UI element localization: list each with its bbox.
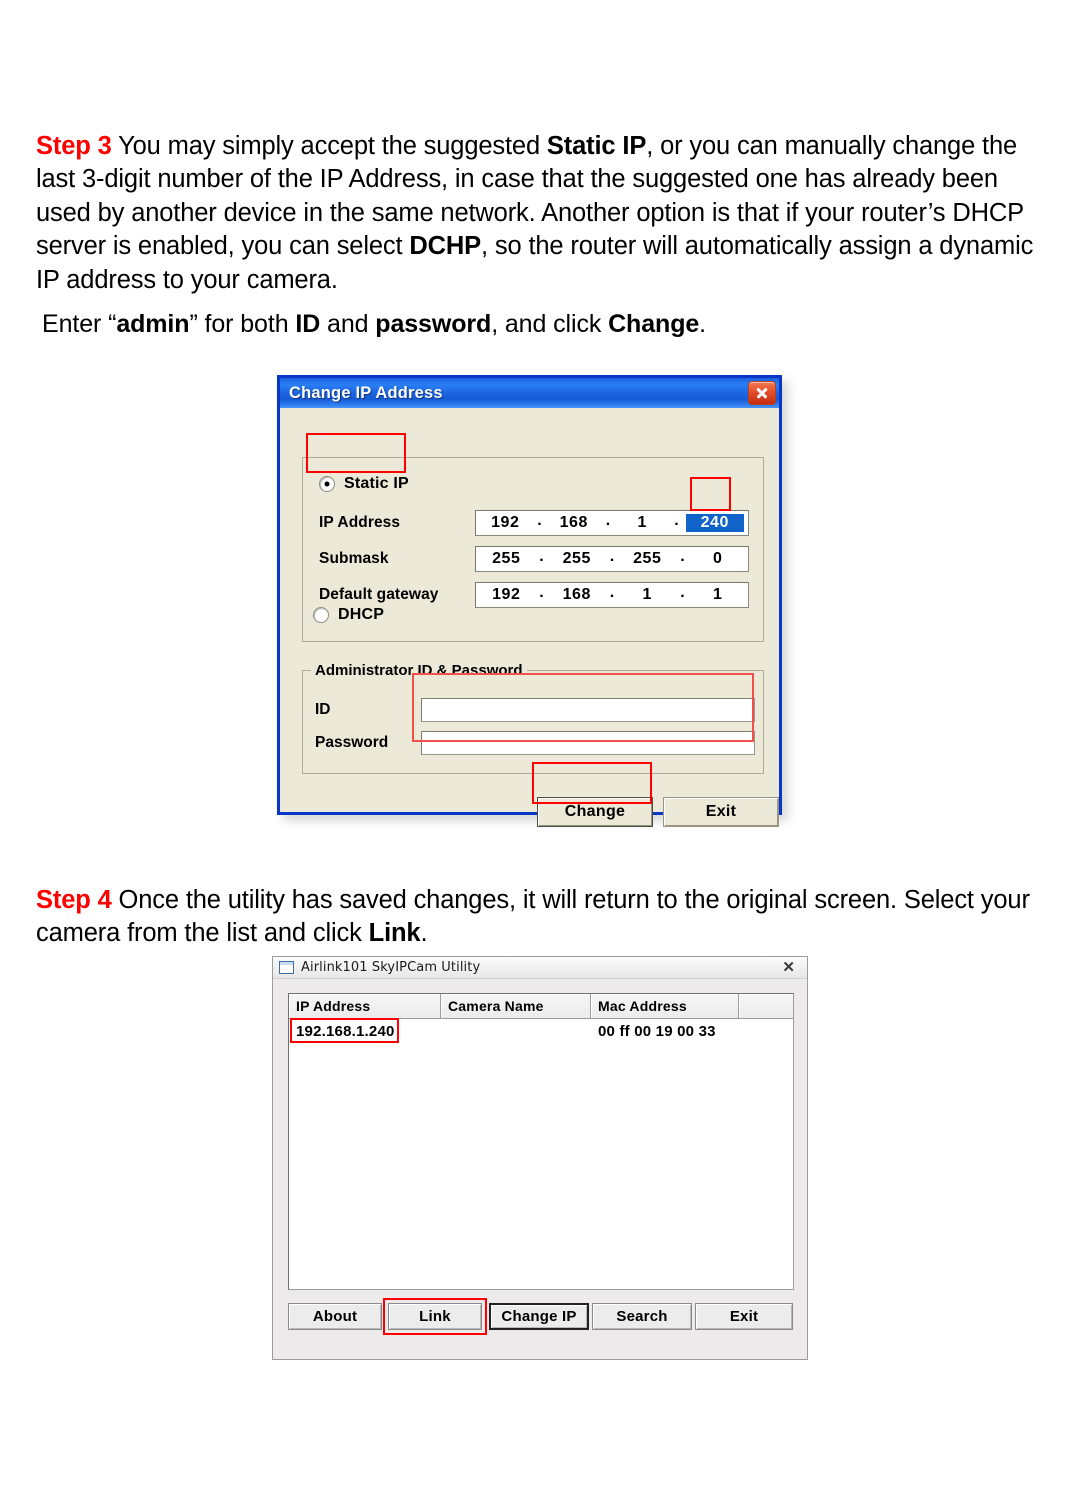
ip-address-label: IP Address (319, 514, 401, 531)
default-gateway-field-row: Default gateway 192 . 168 . 1 . 1 (319, 581, 749, 609)
ip-dot-2: . (605, 512, 611, 529)
step4-label: Step 4 (36, 885, 112, 914)
gateway-dot-1: . (539, 584, 544, 601)
column-header-mac-address[interactable]: Mac Address (591, 994, 739, 1018)
submask-octet-3[interactable]: 255 (617, 550, 678, 568)
utility-titlebar[interactable]: Airlink101 SkyIPCam Utility ✕ (273, 957, 807, 979)
ip-mode-groupbox: Static IP IP Address 192 . 168 . 1 . 240… (302, 457, 764, 642)
cell-ip-address: 192.168.1.240 (296, 1022, 395, 1040)
subline-emph-admin: admin (116, 310, 190, 338)
link-button[interactable]: Link (388, 1303, 482, 1330)
submask-input[interactable]: 255 . 255 . 255 . 0 (475, 546, 749, 572)
submask-dot-2: . (609, 548, 615, 565)
step3-label: Step 3 (36, 131, 112, 160)
enter-admin-instruction: Enter “admin” for both ID and password, … (42, 308, 706, 340)
submask-field-row: Submask 255 . 255 . 255 . 0 (319, 545, 749, 573)
camera-list[interactable]: IP Address Camera Name Mac Address 192.1… (288, 993, 794, 1290)
default-gateway-label: Default gateway (319, 586, 439, 603)
gateway-octet-3[interactable]: 1 (617, 586, 678, 604)
subline-text-5: . (699, 310, 707, 338)
gateway-octet-1[interactable]: 192 (476, 586, 537, 604)
subline-emph-password: password (375, 310, 492, 338)
admin-password-label: Password (315, 734, 389, 751)
static-ip-radio[interactable]: Static IP (319, 475, 409, 493)
exit-button[interactable]: Exit (663, 797, 779, 827)
ip-dot-1: . (537, 512, 542, 529)
step4-paragraph: Step 4 Once the utility has saved change… (36, 884, 1046, 951)
gateway-octet-4[interactable]: 1 (688, 586, 749, 604)
admin-id-label: ID (315, 701, 331, 718)
admin-password-input[interactable] (421, 731, 755, 755)
utility-exit-button[interactable]: Exit (695, 1303, 793, 1330)
radio-dot-icon (313, 607, 329, 623)
default-gateway-input[interactable]: 192 . 168 . 1 . 1 (475, 582, 749, 608)
submask-octet-1[interactable]: 255 (476, 550, 537, 568)
gateway-dot-3: . (680, 584, 685, 601)
gateway-dot-2: . (609, 584, 615, 601)
gateway-octet-2[interactable]: 168 (547, 586, 608, 604)
administrator-groupbox-legend: Administrator ID & Password (311, 662, 527, 679)
ip-octet-1[interactable]: 192 (476, 514, 535, 532)
change-ip-address-dialog: Change IP Address Static IP IP Address 1… (277, 375, 782, 827)
subline-text-4: , and click (491, 310, 609, 338)
radio-dot-icon (319, 476, 335, 492)
step3-emph-static-ip: Static IP (546, 131, 647, 160)
submask-label: Submask (319, 550, 389, 567)
close-icon[interactable]: ✕ (776, 958, 801, 977)
ip-octet-3[interactable]: 1 (613, 514, 672, 532)
ip-octet-4[interactable]: 240 (685, 514, 744, 532)
subline-text-1: Enter “ (42, 310, 117, 338)
static-ip-radio-label: Static IP (344, 475, 409, 492)
table-row[interactable]: 192.168.1.240 00 ff 00 19 00 33 (289, 1019, 793, 1043)
admin-password-row: Password (315, 730, 755, 756)
cell-mac-address: 00 ff 00 19 00 33 (598, 1022, 716, 1040)
subline-text-3: and (320, 310, 376, 338)
camera-list-header: IP Address Camera Name Mac Address (289, 994, 793, 1019)
step3-text-1: You may simply accept the suggested (111, 131, 547, 160)
submask-octet-4[interactable]: 0 (688, 550, 749, 568)
subline-text-2: ” for both (189, 310, 296, 338)
step4-text-2: . (420, 919, 428, 948)
step3-emph-dchp: DCHP (409, 232, 482, 261)
submask-dot-1: . (539, 548, 544, 565)
dhcp-radio-label: DHCP (338, 606, 385, 623)
step4-text-1: Once the utility has saved changes, it w… (36, 885, 1030, 948)
window-icon (279, 961, 294, 974)
step4-emph-link: Link (368, 919, 421, 948)
ip-octet-2[interactable]: 168 (545, 514, 604, 532)
step3-instruction-block: Step 3 You may simply accept the suggest… (36, 104, 1046, 323)
search-button[interactable]: Search (592, 1303, 692, 1330)
ip-address-input[interactable]: 192 . 168 . 1 . 240 (475, 510, 749, 536)
column-header-ip-address[interactable]: IP Address (289, 994, 441, 1018)
change-ip-button[interactable]: Change IP (489, 1303, 589, 1330)
dhcp-radio[interactable]: DHCP (313, 606, 384, 624)
admin-id-input[interactable] (421, 698, 755, 722)
close-icon[interactable] (748, 381, 776, 405)
dialog-titlebar[interactable]: Change IP Address (280, 378, 779, 408)
about-button[interactable]: About (288, 1303, 382, 1330)
subline-emph-change: Change (608, 310, 700, 338)
dialog-body: Static IP IP Address 192 . 168 . 1 . 240… (280, 408, 779, 827)
ip-address-field-row: IP Address 192 . 168 . 1 . 240 (319, 509, 749, 537)
submask-octet-2[interactable]: 255 (547, 550, 608, 568)
ip-dot-3: . (674, 512, 679, 529)
column-header-camera-name[interactable]: Camera Name (441, 994, 591, 1018)
submask-dot-3: . (680, 548, 685, 565)
change-button[interactable]: Change (537, 797, 653, 827)
subline-emph-id: ID (295, 310, 321, 338)
admin-id-row: ID (315, 697, 755, 723)
administrator-credentials-groupbox: Administrator ID & Password ID Password (302, 662, 764, 774)
utility-title: Airlink101 SkyIPCam Utility (301, 960, 481, 975)
skyipcam-utility-window: Airlink101 SkyIPCam Utility ✕ IP Address… (272, 956, 808, 1360)
dialog-title: Change IP Address (289, 383, 443, 402)
step3-paragraph: Step 3 You may simply accept the suggest… (36, 130, 1046, 298)
column-header-blank[interactable] (739, 994, 793, 1018)
